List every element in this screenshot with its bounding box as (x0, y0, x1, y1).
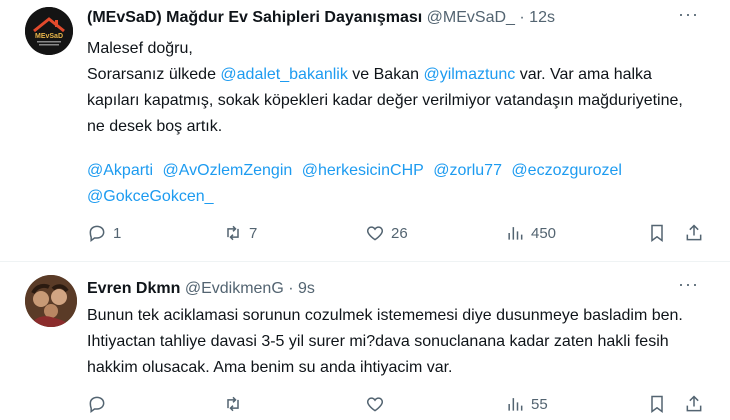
author-handle[interactable]: @EvdikmenG (185, 280, 284, 297)
reply-button[interactable] (87, 392, 113, 416)
view-count: 55 (531, 395, 548, 413)
house-logo-icon: MEvSaD (25, 7, 73, 55)
heart-icon (366, 226, 384, 241)
repost-button[interactable] (223, 392, 249, 416)
reply-button[interactable]: 1 (87, 221, 121, 245)
views-chart-icon (508, 398, 523, 411)
tweet-text-paragraph: Sorarsanız ülkede @adalet_bakanlik ve Ba… (87, 62, 697, 140)
bookmark-button[interactable] (647, 221, 667, 245)
tweet-text-line: Malesef doğru, (87, 40, 193, 57)
mention-link[interactable]: @zorlu77 (433, 162, 502, 179)
separator-dot: · (519, 9, 525, 26)
mention-link[interactable]: @Akparti (87, 162, 153, 179)
share-button[interactable] (684, 221, 704, 245)
views-button[interactable]: 55 (505, 392, 548, 416)
repost-icon (227, 225, 239, 241)
bookmark-icon (651, 224, 663, 242)
author-handle[interactable]: @MEvSaD_ (427, 9, 515, 26)
tweet-text-segment: ve Bakan (347, 66, 424, 83)
share-icon (686, 395, 702, 412)
mention-link[interactable]: @yilmaztunc (423, 66, 515, 83)
timestamp[interactable]: 12s (529, 9, 555, 26)
author-name[interactable]: (MEvSaD) Mağdur Ev Sahipleri Dayanışması (87, 9, 422, 26)
separator-dot: · (288, 280, 294, 297)
more-options-icon[interactable]: ··· (678, 5, 702, 28)
tweet-header: Evren Dkmn @EvdikmenG · 9s (87, 280, 315, 298)
view-count: 450 (531, 224, 557, 242)
heart-icon (366, 397, 384, 412)
mention-link[interactable]: @AvOzlemZengin (163, 162, 293, 179)
bookmark-button[interactable] (647, 392, 667, 416)
mention-link[interactable]: @herkesicinCHP (302, 162, 424, 179)
svg-text:MEvSaD: MEvSaD (35, 33, 63, 40)
repost-icon (227, 396, 239, 412)
more-options-icon[interactable]: ··· (678, 275, 702, 298)
author-name[interactable]: Evren Dkmn (87, 280, 180, 297)
tweet-text: Bunun tek aciklamasi sorunun cozulmek is… (87, 307, 683, 376)
like-button[interactable] (365, 392, 391, 416)
mention-link[interactable]: @GokceGokcen_ (87, 188, 214, 205)
share-button[interactable] (684, 392, 704, 416)
reply-icon (89, 225, 105, 242)
timestamp[interactable]: 9s (298, 280, 315, 297)
tweet-actions: 55 (87, 392, 707, 416)
tweet-header: (MEvSaD) Mağdur Ev Sahipleri Dayanışması… (87, 9, 555, 27)
reply-icon (89, 396, 105, 413)
repost-button[interactable]: 7 (223, 221, 257, 245)
views-button[interactable]: 450 (505, 221, 556, 245)
mention-list: @Akparti @AvOzlemZengin @herkesicinCHP @… (87, 158, 697, 210)
like-button[interactable]: 26 (365, 221, 408, 245)
repost-count: 7 (249, 224, 258, 242)
avatar[interactable]: MEvSaD (25, 7, 73, 55)
mention-link[interactable]: @eczozgurozel (511, 162, 622, 179)
tweet-text-segment: Sorarsanız ülkede (87, 66, 221, 83)
tweet[interactable]: MEvSaD (MEvSaD) Mağdur Ev Sahipleri Daya… (0, 0, 730, 262)
share-icon (686, 224, 702, 241)
tweet-text: Malesef doğru, Sorarsanız ülkede @adalet… (87, 36, 697, 140)
like-count: 26 (391, 224, 408, 242)
bookmark-icon (651, 395, 663, 413)
views-chart-icon (508, 227, 523, 240)
profile-photo (25, 275, 77, 327)
tweet-actions: 1 7 26 450 (87, 221, 707, 245)
mention-link[interactable]: @adalet_bakanlik (220, 66, 347, 83)
reply-count: 1 (113, 224, 122, 242)
avatar[interactable] (25, 275, 77, 327)
